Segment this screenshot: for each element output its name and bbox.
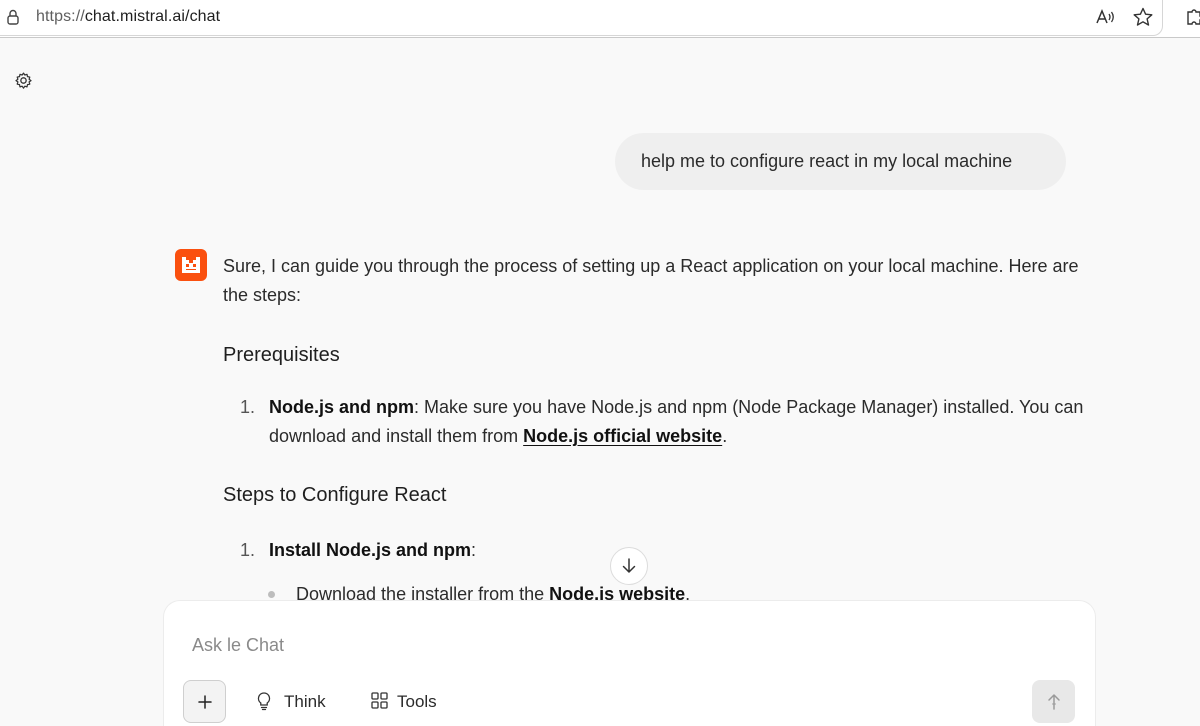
read-aloud-icon[interactable]: [1094, 6, 1116, 28]
url-host-path: chat.mistral.ai/chat: [84, 8, 221, 25]
extensions-icon[interactable]: [1183, 6, 1200, 28]
mistral-logo-avatar: [175, 249, 207, 281]
user-message-bubble: help me to configure react in my local m…: [615, 133, 1066, 190]
heading-prerequisites: Prerequisites: [223, 344, 340, 366]
url-protocol: https://: [36, 8, 85, 25]
page: https://chat.mistral.ai/chat help me to …: [0, 0, 1200, 726]
favorite-star-icon[interactable]: [1132, 6, 1154, 28]
list-item-end: .: [722, 426, 728, 446]
gear-icon[interactable]: [14, 71, 33, 90]
chat-input[interactable]: [192, 635, 992, 656]
grid-tools-icon: [371, 692, 388, 709]
heading-steps: Steps to Configure React: [223, 484, 447, 506]
list-item-body: Node.js and npm: Make sure you have Node…: [269, 393, 1099, 451]
send-button[interactable]: [1032, 680, 1075, 723]
arrow-up-icon: [1048, 694, 1060, 710]
plus-icon: [198, 695, 212, 709]
list-number: 1.: [240, 540, 256, 560]
think-label: Think: [284, 692, 326, 711]
assistant-intro: Sure, I can guide you through the proces…: [223, 256, 1079, 305]
list-item-end: :: [471, 540, 477, 560]
nodejs-website-link[interactable]: Node.js official website: [523, 426, 722, 446]
tools-label: Tools: [397, 692, 437, 711]
add-attachment-button[interactable]: [183, 680, 226, 723]
mistral-logo-icon: [182, 257, 200, 273]
address-bar[interactable]: https://chat.mistral.ai/chat: [0, 0, 1163, 36]
url-text[interactable]: https://chat.mistral.ai/chat: [36, 8, 220, 26]
chat-composer: Think Tools: [164, 601, 1095, 726]
list-item-body: Install Node.js and npm:: [269, 536, 1099, 565]
list-number: 1.: [240, 397, 256, 417]
arrow-down-icon: [622, 558, 636, 573]
bold-term: Install Node.js and npm: [269, 540, 472, 560]
browser-toolbar: https://chat.mistral.ai/chat: [0, 0, 1200, 38]
bold-term: Node.js and npm: [269, 397, 415, 417]
lightbulb-icon: [257, 692, 271, 711]
bullet-dot-icon: [268, 591, 275, 598]
scroll-to-bottom-button[interactable]: [610, 547, 648, 585]
lock-icon[interactable]: [4, 8, 22, 26]
